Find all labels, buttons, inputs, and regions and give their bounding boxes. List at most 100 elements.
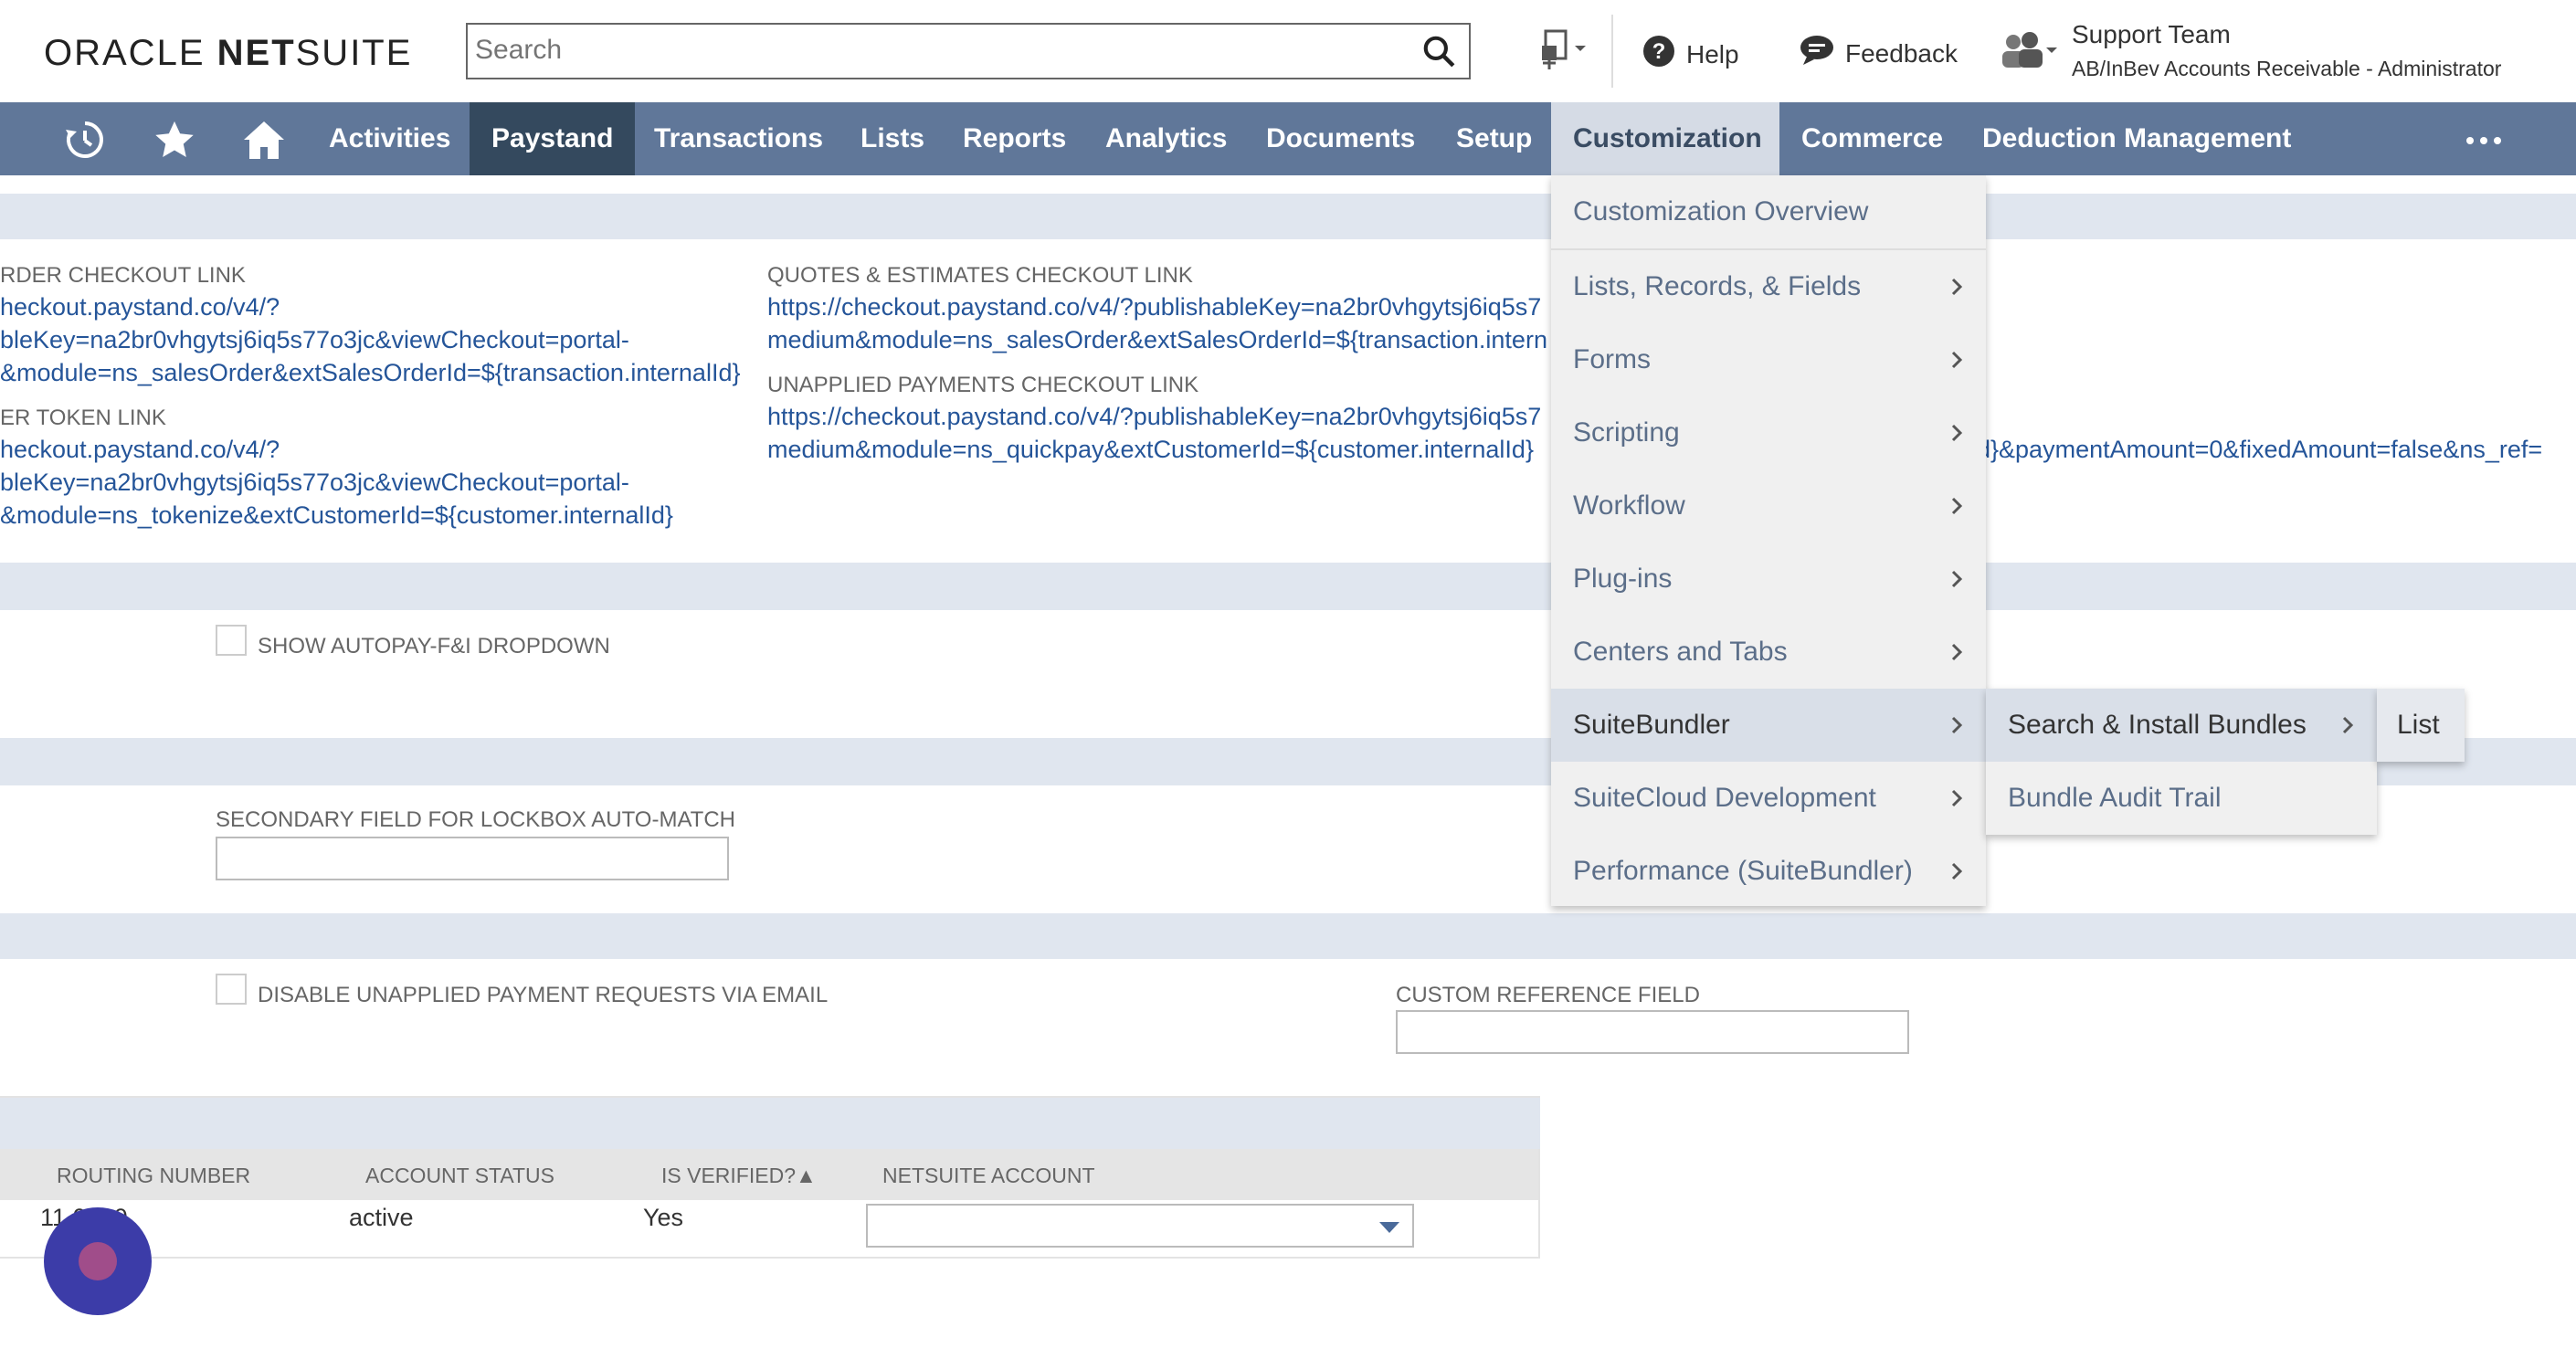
token-link-3[interactable]: &module=ns_tokenize&extCustomerId=${cust… <box>0 499 673 532</box>
nav-analytics[interactable]: Analytics <box>1083 102 1249 175</box>
custom-reference-field[interactable] <box>1396 1010 1909 1054</box>
quotes-checkout-link-1[interactable]: https://checkout.paystand.co/v4/?publish… <box>767 290 1541 323</box>
nav-commerce[interactable]: Commerce <box>1779 102 1965 175</box>
menu-item-label: Lists, Records, & Fields <box>1573 271 1862 301</box>
recent-records-icon[interactable] <box>1538 27 1589 76</box>
quotes-checkout-link-2[interactable]: medium&module=ns_salesOrder&extSalesOrde… <box>767 323 1547 356</box>
chat-widget-icon <box>79 1242 117 1280</box>
menu-item-label: Forms <box>1573 344 1651 374</box>
table-title-band <box>0 1098 1540 1149</box>
dropdown-arrow-icon[interactable] <box>1378 1218 1401 1239</box>
lockbox-label: SECONDARY FIELD FOR LOCKBOX AUTO-MATCH <box>216 807 735 832</box>
menu-item-label: Performance (SuiteBundler) <box>1573 856 1913 886</box>
nav-transactions[interactable]: Transactions <box>632 102 845 175</box>
lockbox-field[interactable] <box>216 837 729 880</box>
help-link[interactable]: ? Help <box>1642 35 1739 74</box>
menu-item-label: Scripting <box>1573 417 1680 448</box>
submenu-item-list[interactable]: List <box>2377 689 2465 762</box>
nav-paystand[interactable]: Paystand <box>470 102 636 175</box>
disable-unapplied-checkbox[interactable] <box>216 974 247 1005</box>
order-checkout-link-3[interactable]: &module=ns_salesOrder&extSalesOrderId=${… <box>0 356 740 389</box>
menu-item-customization-overview[interactable]: Customization Overview <box>1551 175 1986 248</box>
section-band <box>0 913 2576 959</box>
menu-item-scripting[interactable]: Scripting <box>1551 396 1986 469</box>
unapplied-checkout-label: UNAPPLIED PAYMENTS CHECKOUT LINK <box>767 373 1199 397</box>
netsuite-account-select[interactable] <box>866 1204 1414 1248</box>
role-name[interactable]: Support Team <box>2072 20 2231 49</box>
header: ORACLE NETSUITE ? Help Feedback Support … <box>0 0 2576 102</box>
help-label: Help <box>1686 39 1739 68</box>
token-link-label: ER TOKEN LINK <box>0 406 166 430</box>
nav-documents[interactable]: Documents <box>1244 102 1437 175</box>
menu-item-label: SuiteBundler <box>1573 710 1730 740</box>
menu-item-workflow[interactable]: Workflow <box>1551 469 1986 543</box>
col-account-status[interactable]: ACCOUNT STATUS <box>365 1164 554 1188</box>
suitebundler-submenu: Search & Install Bundles Bundle Audit Tr… <box>1986 689 2377 835</box>
more-menu-icon[interactable] <box>2466 137 2501 144</box>
col-netsuite-account[interactable]: NETSUITE ACCOUNT <box>882 1164 1095 1188</box>
submenu-item-search-install-bundles[interactable]: Search & Install Bundles <box>1986 689 2377 762</box>
nav-deduction-management[interactable]: Deduction Management <box>1960 102 2313 175</box>
submenu-item-label: Search & Install Bundles <box>2008 710 2307 740</box>
menu-item-label: Centers and Tabs <box>1573 637 1788 667</box>
menu-item-suitecloud-development[interactable]: SuiteCloud Development <box>1551 762 1986 835</box>
help-icon: ? <box>1642 35 1675 74</box>
logo-oracle: ORACLE <box>44 33 206 73</box>
unapplied-checkout-link-1[interactable]: https://checkout.paystand.co/v4/?publish… <box>767 400 1541 433</box>
token-link-2[interactable]: bleKey=na2br0vhgytsj6iq5s77o3jc&viewChec… <box>0 466 629 499</box>
menu-item-centers-and-tabs[interactable]: Centers and Tabs <box>1551 616 1986 689</box>
nav-lists[interactable]: Lists <box>839 102 946 175</box>
oracle-netsuite-logo[interactable]: ORACLE NETSUITE <box>44 33 412 74</box>
feedback-label: Feedback <box>1845 38 1958 68</box>
token-link-1[interactable]: heckout.paystand.co/v4/? <box>0 433 280 466</box>
chevron-right-icon <box>1949 835 1964 936</box>
section-band <box>0 194 2576 239</box>
role-subtitle[interactable]: AB/InBev Accounts Receivable - Administr… <box>2072 57 2501 81</box>
autopay-checkbox[interactable] <box>216 625 247 656</box>
order-checkout-label: RDER CHECKOUT LINK <box>0 263 246 288</box>
global-search[interactable] <box>466 23 1471 79</box>
home-icon[interactable] <box>241 119 287 165</box>
nav-reports[interactable]: Reports <box>941 102 1088 175</box>
menu-item-performance-suitebundler[interactable]: Performance (SuiteBundler) <box>1551 835 1986 908</box>
unapplied-checkout-link-overflow[interactable]: d}&paymentAmount=0&fixedAmount=false&ns_… <box>1977 433 2542 466</box>
col-routing-number[interactable]: ROUTING NUMBER <box>57 1164 250 1188</box>
autopay-label: SHOW AUTOPAY-F&I DROPDOWN <box>258 634 610 658</box>
search-input[interactable] <box>468 25 1399 76</box>
unapplied-checkout-link-2[interactable]: medium&module=ns_quickpay&extCustomerId=… <box>767 433 1534 466</box>
logo-suite: SUITE <box>295 33 413 73</box>
cell-is-verified: Yes <box>643 1204 684 1231</box>
cell-account-status: active <box>349 1204 414 1231</box>
menu-item-lists-records-fields[interactable]: Lists, Records, & Fields <box>1551 250 1986 323</box>
favorites-star-icon[interactable] <box>153 119 195 165</box>
nav-activities[interactable]: Activities <box>307 102 472 175</box>
menu-item-label: SuiteCloud Development <box>1573 783 1876 813</box>
chat-widget-button[interactable] <box>44 1207 152 1315</box>
quotes-checkout-label: QUOTES & ESTIMATES CHECKOUT LINK <box>767 263 1193 288</box>
nav-setup[interactable]: Setup <box>1434 102 1554 175</box>
menu-item-suitebundler[interactable]: SuiteBundler <box>1551 689 1986 762</box>
role-switcher-icon[interactable] <box>1999 31 2059 76</box>
logo-net: NET <box>216 33 296 73</box>
menu-item-label: Workflow <box>1573 490 1685 521</box>
submenu-item-bundle-audit-trail[interactable]: Bundle Audit Trail <box>1986 762 2377 835</box>
col-is-verified[interactable]: IS VERIFIED?▲ <box>661 1164 817 1188</box>
disable-unapplied-label: DISABLE UNAPPLIED PAYMENT REQUESTS VIA E… <box>258 983 829 1007</box>
search-install-bundles-submenu: List <box>2377 689 2465 762</box>
search-icon[interactable] <box>1421 34 1456 73</box>
menu-item-label: Plug-ins <box>1573 564 1673 594</box>
order-checkout-link-1[interactable]: heckout.paystand.co/v4/? <box>0 290 280 323</box>
feedback-icon <box>1800 35 1834 72</box>
customization-menu: Customization Overview Lists, Records, &… <box>1551 175 1986 906</box>
main-navigation: Activities Paystand Transactions Lists R… <box>0 102 2576 175</box>
custom-reference-label: CUSTOM REFERENCE FIELD <box>1396 983 1700 1007</box>
menu-item-plug-ins[interactable]: Plug-ins <box>1551 543 1986 616</box>
svg-text:?: ? <box>1652 39 1666 64</box>
nav-customization[interactable]: Customization <box>1551 102 1779 175</box>
feedback-link[interactable]: Feedback <box>1800 35 1958 72</box>
order-checkout-link-2[interactable]: bleKey=na2br0vhgytsj6iq5s77o3jc&viewChec… <box>0 323 629 356</box>
section-band <box>0 563 2576 610</box>
recent-history-icon[interactable] <box>64 119 106 165</box>
header-divider <box>1611 15 1613 88</box>
menu-item-forms[interactable]: Forms <box>1551 323 1986 396</box>
